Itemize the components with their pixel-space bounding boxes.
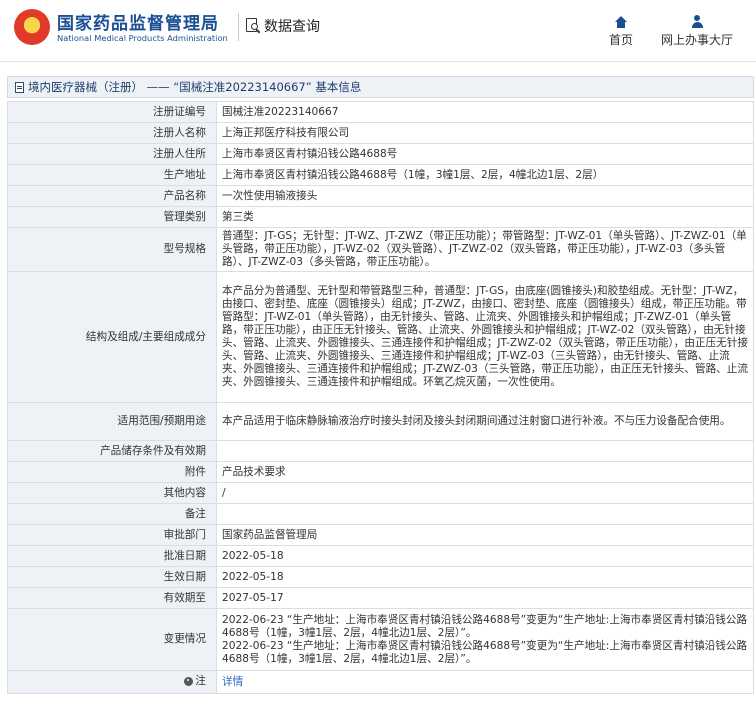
table-row: 注册人名称 上海正邦医疗科技有限公司	[7, 122, 754, 144]
field-label: 注册证编号	[7, 101, 217, 123]
field-label: 变更情况	[7, 608, 217, 671]
registrant-address-value: 上海市奉贤区青村镇沿钱公路4688号	[216, 143, 754, 165]
changes-value: 2022-06-23 “生产地址：上海市奉贤区青村镇沿钱公路4688号”变更为“…	[216, 608, 754, 671]
table-row: 附件 产品技术要求	[7, 461, 754, 483]
table-row: 产品名称 一次性使用输液接头	[7, 185, 754, 207]
device-info-table: 注册证编号 国械注准20223140667 注册人名称 上海正邦医疗科技有限公司…	[7, 101, 754, 694]
field-label: 其他内容	[7, 482, 217, 504]
field-label: 注册人名称	[7, 122, 217, 144]
header-divider	[238, 13, 239, 41]
table-row: 其他内容 /	[7, 482, 754, 504]
change-entry: 2022-06-23 “生产地址：上海市奉贤区青村镇沿钱公路4688号”变更为“…	[222, 613, 748, 639]
table-row: 生效日期 2022-05-18	[7, 566, 754, 588]
field-label: 管理类别	[7, 206, 217, 228]
field-label: 产品名称	[7, 185, 217, 207]
field-label: 批准日期	[7, 545, 217, 567]
nav-online-hall-label: 网上办事大厅	[660, 33, 733, 47]
storage-value	[216, 440, 754, 462]
table-row: 管理类别 第三类	[7, 206, 754, 228]
field-label: 注册人住所	[7, 143, 217, 165]
data-query-label: 数据查询	[264, 19, 320, 35]
attachment-value: 产品技术要求	[216, 461, 754, 483]
field-label: 型号规格	[7, 227, 217, 272]
structure-value: 本产品分为普通型、无针型和带管路型三种，普通型：JT-GS，由底座(圆锥接头)和…	[216, 271, 754, 403]
effective-date-value: 2022-05-18	[216, 566, 754, 588]
national-emblem-icon	[14, 9, 50, 45]
table-row: 有效期至 2027-05-17	[7, 587, 754, 609]
nav-online-hall[interactable]: 网上办事大厅	[654, 12, 740, 48]
nav-home[interactable]: 首页	[601, 12, 641, 48]
field-label: 备注	[7, 503, 217, 525]
details-link[interactable]: 详情	[222, 676, 243, 688]
table-row: 注册人住所 上海市奉贤区青村镇沿钱公路4688号	[7, 143, 754, 165]
location-pin-icon	[184, 676, 194, 686]
user-icon	[654, 12, 740, 28]
table-row: 注册证编号 国械注准20223140667	[7, 101, 754, 123]
table-row: 注 详情	[7, 670, 754, 694]
table-row: 生产地址 上海市奉贤区青村镇沿钱公路4688号（1幢，3幢1层、2层，4幢北边1…	[7, 164, 754, 186]
product-name-value: 一次性使用输液接头	[216, 185, 754, 207]
data-query-link[interactable]: 数据查询	[245, 16, 320, 36]
field-label: 审批部门	[7, 524, 217, 546]
field-label: 附件	[7, 461, 217, 483]
production-address-value: 上海市奉贤区青村镇沿钱公路4688号（1幢，3幢1层、2层，4幢北边1层、2层）	[216, 164, 754, 186]
breadcrumb: 境内医疗器械（注册） —— “国械注准20223140667” 基本信息	[7, 76, 754, 98]
mgmt-class-value: 第三类	[216, 206, 754, 228]
other-value: /	[216, 482, 754, 504]
registrant-value: 上海正邦医疗科技有限公司	[216, 122, 754, 144]
field-label: 适用范围/预期用途	[7, 402, 217, 441]
table-row: 审批部门 国家药品监督管理局	[7, 524, 754, 546]
page-title: 境内医疗器械（注册） —— “国械注准20223140667” 基本信息	[28, 80, 362, 94]
model-spec-value: 普通型：JT-GS；无针型：JT-WZ、JT-ZWZ（带正压功能）；带管路型：J…	[216, 227, 754, 272]
change-entry: 2022-06-23 “生产地址：上海市奉贤区青村镇沿钱公路4688号”变更为“…	[222, 639, 748, 665]
table-row: 产品储存条件及有效期	[7, 440, 754, 462]
home-icon	[601, 12, 641, 28]
table-row: 型号规格 普通型：JT-GS；无针型：JT-WZ、JT-ZWZ（带正压功能）；带…	[7, 227, 754, 272]
reg-no-value: 国械注准20223140667	[216, 101, 754, 123]
field-label: 生效日期	[7, 566, 217, 588]
approval-dept-value: 国家药品监督管理局	[216, 524, 754, 546]
document-search-icon	[245, 17, 261, 35]
field-label: 有效期至	[7, 587, 217, 609]
table-row: 适用范围/预期用途 本产品适用于临床静脉输液治疗时接头封闭及接头封闭期间通过注射…	[7, 402, 754, 441]
brand-name-cn[interactable]: 国家药品监督管理局	[57, 9, 219, 34]
field-label: 注	[195, 674, 206, 687]
table-row: 变更情况 2022-06-23 “生产地址：上海市奉贤区青村镇沿钱公路4688号…	[7, 608, 754, 671]
note-value: 详情	[216, 670, 754, 694]
table-row: 备注	[7, 503, 754, 525]
field-label: 生产地址	[7, 164, 217, 186]
nav-home-label: 首页	[608, 33, 633, 47]
remark-value	[216, 503, 754, 525]
note-label-cell: 注	[7, 670, 217, 694]
scope-value: 本产品适用于临床静脉输液治疗时接头封闭及接头封闭期间通过注射窗口进行补液。不与压…	[216, 402, 754, 441]
approval-date-value: 2022-05-18	[216, 545, 754, 567]
field-label: 结构及组成/主要组成成分	[7, 271, 217, 403]
document-icon	[15, 81, 24, 93]
field-label: 产品储存条件及有效期	[7, 440, 217, 462]
brand-name-en: National Medical Products Administration	[57, 33, 228, 43]
table-row: 批准日期 2022-05-18	[7, 545, 754, 567]
site-header: 国家药品监督管理局 National Medical Products Admi…	[0, 0, 756, 62]
expiry-date-value: 2027-05-17	[216, 587, 754, 609]
table-row: 结构及组成/主要组成成分 本产品分为普通型、无针型和带管路型三种，普通型：JT-…	[7, 271, 754, 403]
